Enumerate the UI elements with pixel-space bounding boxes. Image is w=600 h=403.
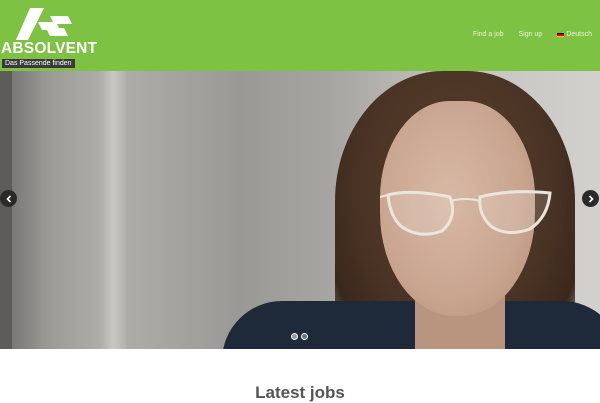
slider-prev-button[interactable]: [0, 190, 17, 207]
slider-pagination: [291, 333, 308, 340]
language-switcher[interactable]: Deutsch: [557, 30, 592, 40]
slide-glasses-illustration: [380, 190, 552, 236]
logo-wordmark: ABSOLVENT: [1, 40, 98, 57]
slide-door-edge: [100, 71, 126, 349]
latest-jobs-heading: Latest jobs: [255, 383, 345, 402]
nav-find-a-job[interactable]: Find a job: [473, 30, 504, 40]
language-label: Deutsch: [566, 31, 592, 38]
slide-wall-shadow: [0, 71, 12, 349]
chevron-right-icon: [588, 194, 594, 203]
slider-dot-2[interactable]: [301, 333, 308, 340]
site-header: ABSOLVENT Das Passende finden Find a job…: [0, 0, 600, 71]
slide-model-coat: [222, 301, 600, 349]
chevron-left-icon: [5, 194, 11, 203]
main-navigation: Find a job Sign up Deutsch: [473, 30, 592, 40]
logo-mark-icon: [16, 8, 72, 40]
logo-tagline: Das Passende finden: [2, 59, 75, 68]
german-flag-icon: [557, 32, 565, 38]
hero-slider[interactable]: [0, 71, 600, 349]
slider-dot-1[interactable]: [291, 333, 298, 340]
site-logo[interactable]: ABSOLVENT Das Passende finden: [0, 8, 97, 68]
slider-next-button[interactable]: [582, 190, 599, 207]
nav-sign-up[interactable]: Sign up: [519, 30, 543, 40]
